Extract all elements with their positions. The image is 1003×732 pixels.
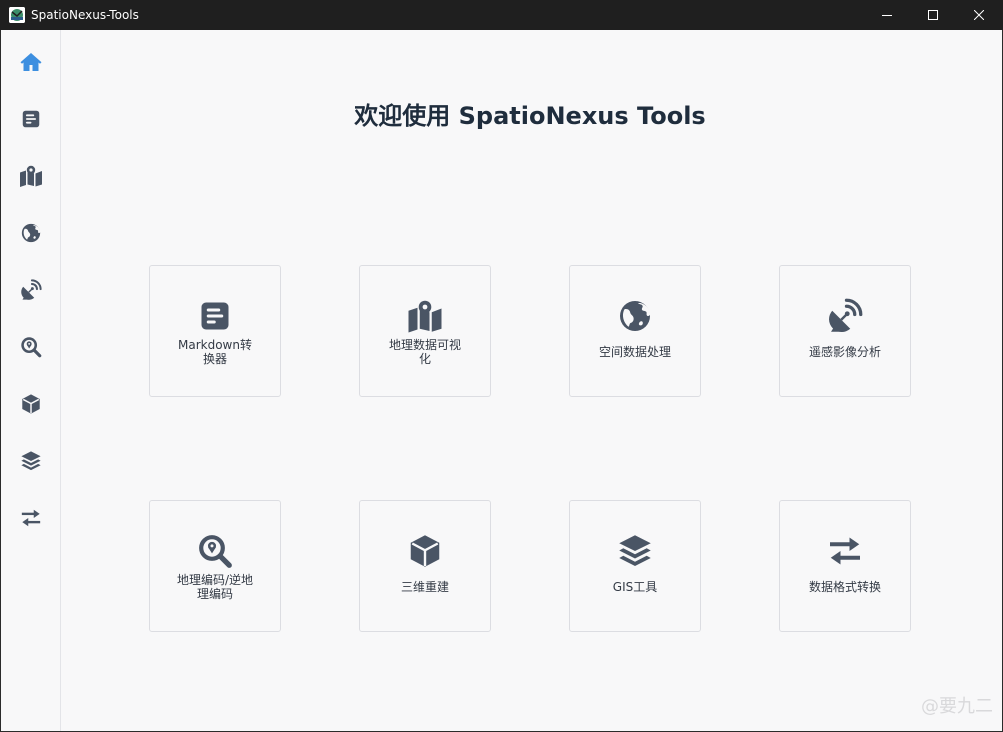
card-label: 遥感影像分析 bbox=[808, 345, 881, 359]
card-label: GIS工具 bbox=[612, 580, 658, 594]
search-location-icon bbox=[20, 336, 42, 358]
sidebar-item-gis-tools[interactable] bbox=[1, 441, 60, 481]
search-location-icon bbox=[197, 533, 233, 569]
card-label: Markdown转 换器 bbox=[178, 338, 252, 366]
sidebar-item-remote-sensing[interactable] bbox=[1, 270, 60, 310]
tool-card-remote-sensing[interactable]: 遥感影像分析 bbox=[779, 265, 911, 397]
document-icon bbox=[20, 108, 42, 130]
exchange-icon bbox=[20, 507, 42, 529]
exchange-icon bbox=[827, 533, 863, 569]
minimize-icon bbox=[882, 15, 892, 16]
sidebar-item-markdown[interactable] bbox=[1, 99, 60, 139]
tool-card-geocoding[interactable]: 地理编码/逆地 理编码 bbox=[149, 500, 281, 632]
watermark: @要九二 bbox=[921, 696, 993, 717]
sidebar-item-geo-visualization[interactable] bbox=[1, 156, 60, 196]
tool-card-geo-visualization[interactable]: 地理数据可视 化 bbox=[359, 265, 491, 397]
layers-icon bbox=[617, 533, 653, 569]
page-title: 欢迎使用 SpatioNexus Tools bbox=[354, 102, 706, 130]
window-title: SpatioNexus-Tools bbox=[31, 8, 139, 22]
main-content: 欢迎使用 SpatioNexus Tools Markdown转 换器 地理数据… bbox=[61, 30, 1002, 731]
tool-card-markdown[interactable]: Markdown转 换器 bbox=[149, 265, 281, 397]
sidebar-item-geocoding[interactable] bbox=[1, 327, 60, 367]
sidebar bbox=[1, 30, 61, 731]
card-label: 空间数据处理 bbox=[598, 345, 671, 359]
layers-icon bbox=[20, 450, 42, 472]
close-icon bbox=[974, 10, 984, 20]
tool-card-3d-reconstruction[interactable]: 三维重建 bbox=[359, 500, 491, 632]
close-button[interactable] bbox=[956, 0, 1002, 30]
cube-icon bbox=[20, 393, 42, 415]
app-logo-icon bbox=[9, 7, 25, 23]
globe-icon bbox=[20, 222, 42, 244]
card-label: 三维重建 bbox=[400, 580, 449, 594]
maximize-icon bbox=[928, 10, 938, 20]
sidebar-item-3d-reconstruction[interactable] bbox=[1, 384, 60, 424]
tool-card-gis-tools[interactable]: GIS工具 bbox=[569, 500, 701, 632]
tool-card-format-conversion[interactable]: 数据格式转换 bbox=[779, 500, 911, 632]
cube-icon bbox=[407, 533, 443, 569]
satellite-dish-icon bbox=[20, 279, 42, 301]
tool-card-spatial-data[interactable]: 空间数据处理 bbox=[569, 265, 701, 397]
sidebar-item-home[interactable] bbox=[1, 42, 60, 82]
card-label: 数据格式转换 bbox=[808, 580, 881, 594]
minimize-button[interactable] bbox=[864, 0, 910, 30]
map-icon bbox=[19, 164, 43, 188]
document-icon bbox=[197, 298, 233, 334]
satellite-dish-icon bbox=[827, 298, 863, 334]
home-icon bbox=[19, 50, 43, 74]
maximize-button[interactable] bbox=[910, 0, 956, 30]
sidebar-item-format-conversion[interactable] bbox=[1, 498, 60, 538]
map-icon bbox=[407, 298, 443, 334]
sidebar-item-spatial-data[interactable] bbox=[1, 213, 60, 253]
globe-icon bbox=[617, 298, 653, 334]
title-bar: SpatioNexus-Tools bbox=[0, 0, 1003, 30]
card-label: 地理数据可视 化 bbox=[388, 338, 461, 366]
card-label: 地理编码/逆地 理编码 bbox=[176, 573, 254, 601]
